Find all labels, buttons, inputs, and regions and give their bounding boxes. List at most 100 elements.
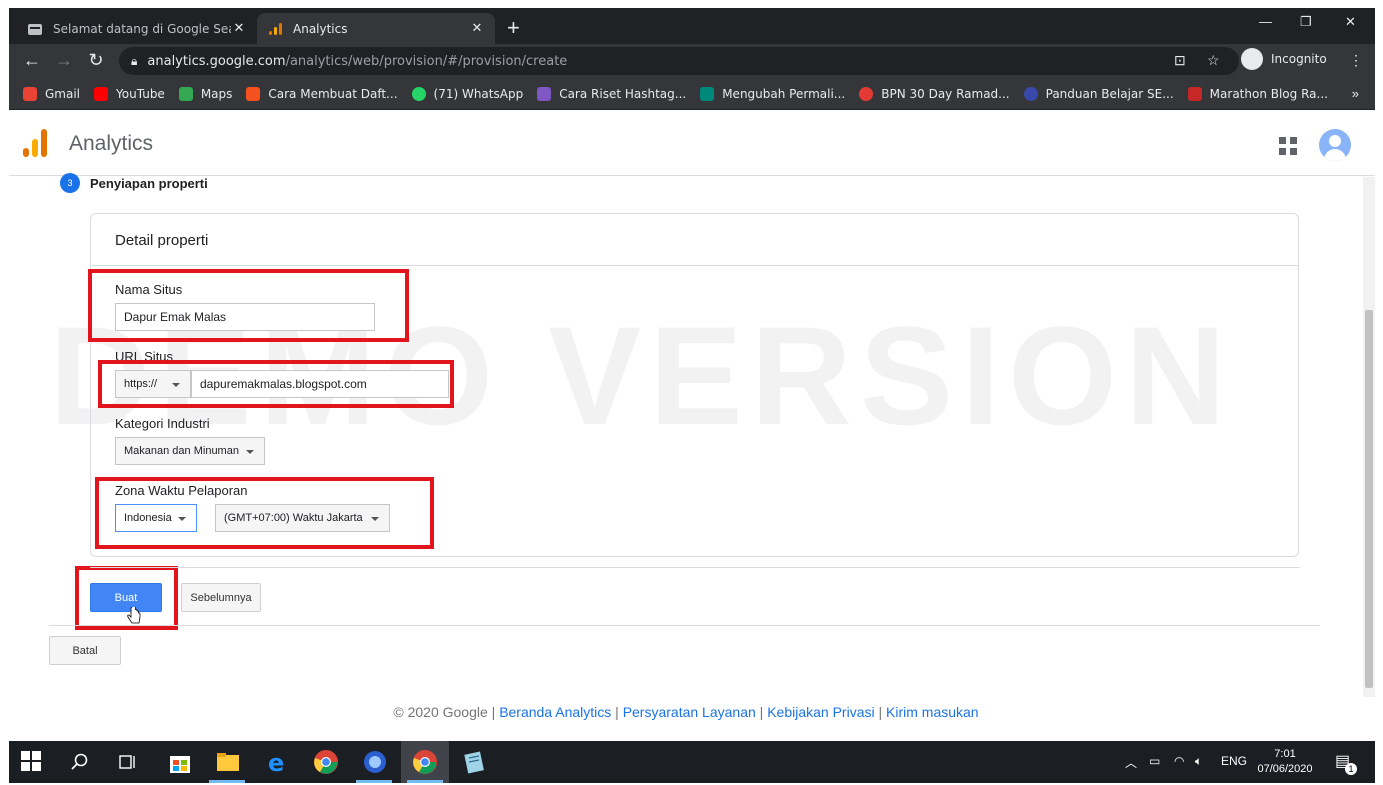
running-indicator xyxy=(407,780,443,783)
tab-google-search[interactable]: Selamat datang di Google Search ✕ xyxy=(17,13,257,44)
avatar[interactable] xyxy=(1319,129,1351,161)
footer-link-terms[interactable]: Persyaratan Layanan xyxy=(623,704,756,720)
bookmark-label: Marathon Blog Ra... xyxy=(1209,86,1328,101)
system-clock[interactable]: 7:01 07/06/2020 xyxy=(1253,747,1317,777)
bookmark-bpn[interactable]: BPN 30 Day Ramad... xyxy=(859,86,1010,101)
chevron-up-icon[interactable]: ︿ xyxy=(1125,754,1137,771)
incognito-indicator[interactable]: Incognito xyxy=(1241,48,1327,70)
menu-kebab-icon[interactable]: ⋮ xyxy=(1349,52,1363,69)
task-view-icon[interactable] xyxy=(119,753,137,771)
previous-button[interactable]: Sebelumnya xyxy=(181,583,261,612)
language-indicator[interactable]: ENG xyxy=(1221,754,1247,768)
lock-icon: 🔒︎ xyxy=(131,53,138,68)
bookmark-gmail[interactable]: Gmail xyxy=(23,86,80,101)
more-bookmarks-icon[interactable]: » xyxy=(1352,86,1359,101)
chrome-icon[interactable] xyxy=(313,749,339,775)
footer-link-feedback[interactable]: Kirim masukan xyxy=(886,704,979,720)
step-header: 3 Penyiapan properti xyxy=(60,173,208,193)
scrollbar-thumb[interactable] xyxy=(1365,310,1373,688)
svg-text:e: e xyxy=(268,749,284,775)
google-favicon-icon xyxy=(28,23,42,35)
google-apps-icon[interactable] xyxy=(1279,137,1297,155)
bookmark-whatsapp[interactable]: (71) WhatsApp xyxy=(411,86,524,101)
clock-date: 07/06/2020 xyxy=(1257,763,1313,775)
category-value: Makanan dan Minuman xyxy=(124,445,239,457)
incognito-label: Incognito xyxy=(1271,52,1327,66)
clock-time: 7:01 xyxy=(1274,748,1296,760)
step-number: 3 xyxy=(60,173,80,193)
bookmark-label: Maps xyxy=(200,86,233,101)
reload-icon[interactable]: ↻ xyxy=(85,50,107,71)
bookmark-panduan[interactable]: Panduan Belajar SE... xyxy=(1023,86,1174,101)
highlight-site-url xyxy=(98,360,454,408)
analytics-header: Analytics xyxy=(9,111,1375,176)
windows-taskbar: e ︿ ▭ ◠ 🔈︎ ENG 7:01 07/06/2020 ▤ 1 xyxy=(9,741,1375,783)
minimize-icon[interactable]: — xyxy=(1259,14,1272,29)
close-tab-icon[interactable]: ✕ xyxy=(231,21,247,36)
back-icon[interactable]: ← xyxy=(21,50,43,71)
translate-icon[interactable]: ⊡ xyxy=(1174,52,1186,69)
notification-badge: 1 xyxy=(1345,763,1357,775)
url-path: /analytics/web/provision/#/provision/cre… xyxy=(285,53,568,69)
bookmark-label: Panduan Belajar SE... xyxy=(1045,86,1174,101)
create-button[interactable]: Buat xyxy=(90,583,162,612)
industry-category-dropdown[interactable]: Makanan dan Minuman xyxy=(115,437,265,465)
hashtag-site-icon xyxy=(537,86,552,101)
blogger-icon xyxy=(246,86,261,101)
volume-icon[interactable]: 🔈︎ xyxy=(1195,754,1202,769)
bookmark-blogger[interactable]: Cara Membuat Daft... xyxy=(246,86,398,101)
divider xyxy=(49,625,1320,626)
running-indicator xyxy=(356,780,392,783)
bookmark-label: BPN 30 Day Ramad... xyxy=(881,86,1010,101)
footer: © 2020 Google | Beranda Analytics | Pers… xyxy=(393,704,979,720)
store-icon[interactable] xyxy=(167,749,193,775)
bookmark-label: YouTube xyxy=(116,86,165,101)
bookmark-hashtag[interactable]: Cara Riset Hashtag... xyxy=(537,86,687,101)
bookmark-maps[interactable]: Maps xyxy=(178,86,233,101)
bookmark-marathon[interactable]: Marathon Blog Ra... xyxy=(1187,86,1328,101)
bookmark-label: Cara Riset Hashtag... xyxy=(559,86,687,101)
url-host: analytics.google.com xyxy=(147,53,286,69)
notepad-icon[interactable] xyxy=(461,749,487,775)
windows-start-icon[interactable] xyxy=(21,751,41,771)
footer-link-analytics-home[interactable]: Beranda Analytics xyxy=(499,704,611,720)
maximize-icon[interactable]: ❐ xyxy=(1300,14,1312,30)
close-tab-icon[interactable]: ✕ xyxy=(469,21,485,36)
app-title: Analytics xyxy=(69,132,154,155)
screen: Selamat datang di Google Search ✕ Analyt… xyxy=(9,8,1375,783)
chevron-down-icon xyxy=(246,450,254,454)
bookmark-youtube[interactable]: YouTube xyxy=(94,86,165,101)
battery-icon[interactable]: ▭ xyxy=(1149,754,1160,768)
maps-icon xyxy=(178,86,193,101)
footer-link-privacy[interactable]: Kebijakan Privasi xyxy=(767,704,874,720)
scrollbar[interactable] xyxy=(1363,177,1375,697)
main-content: DEMO VERSION 3 Penyiapan properti Detail… xyxy=(9,173,1375,741)
highlight-timezone xyxy=(95,477,434,549)
address-bar[interactable]: 🔒︎ analytics.google.com /analytics/web/p… xyxy=(119,47,1239,75)
forward-icon[interactable]: → xyxy=(53,50,75,71)
bookmarks-bar: Gmail YouTube Maps Cara Membuat Daft... … xyxy=(9,78,1375,110)
bookmark-label: Cara Membuat Daft... xyxy=(268,86,398,101)
file-explorer-icon[interactable] xyxy=(215,749,241,775)
chrome-icon[interactable] xyxy=(412,749,438,775)
running-indicator xyxy=(209,780,245,783)
analytics-logo-icon[interactable] xyxy=(23,129,49,157)
bookmark-star-icon[interactable]: ☆ xyxy=(1207,52,1220,69)
divider xyxy=(91,265,1298,266)
edge-icon[interactable]: e xyxy=(265,749,291,775)
cancel-button[interactable]: Batal xyxy=(49,636,121,665)
close-window-icon[interactable]: ✕ xyxy=(1345,14,1356,30)
wifi-icon[interactable]: ◠ xyxy=(1174,754,1184,768)
search-icon[interactable] xyxy=(71,753,89,771)
firefox-icon[interactable] xyxy=(362,749,388,775)
tab-title: Selamat datang di Google Search xyxy=(53,21,231,36)
step-label: Penyiapan properti xyxy=(90,175,208,191)
bookmark-label: Mengubah Permali... xyxy=(722,86,846,101)
bookmark-label: (71) WhatsApp xyxy=(433,86,524,101)
divider xyxy=(90,567,1300,568)
analytics-favicon-icon xyxy=(269,22,282,35)
highlight-site-name xyxy=(88,269,409,342)
tab-analytics[interactable]: Analytics ✕ xyxy=(257,13,495,44)
new-tab-icon[interactable]: + xyxy=(507,15,520,41)
bookmark-permalink[interactable]: Mengubah Permali... xyxy=(700,86,846,101)
